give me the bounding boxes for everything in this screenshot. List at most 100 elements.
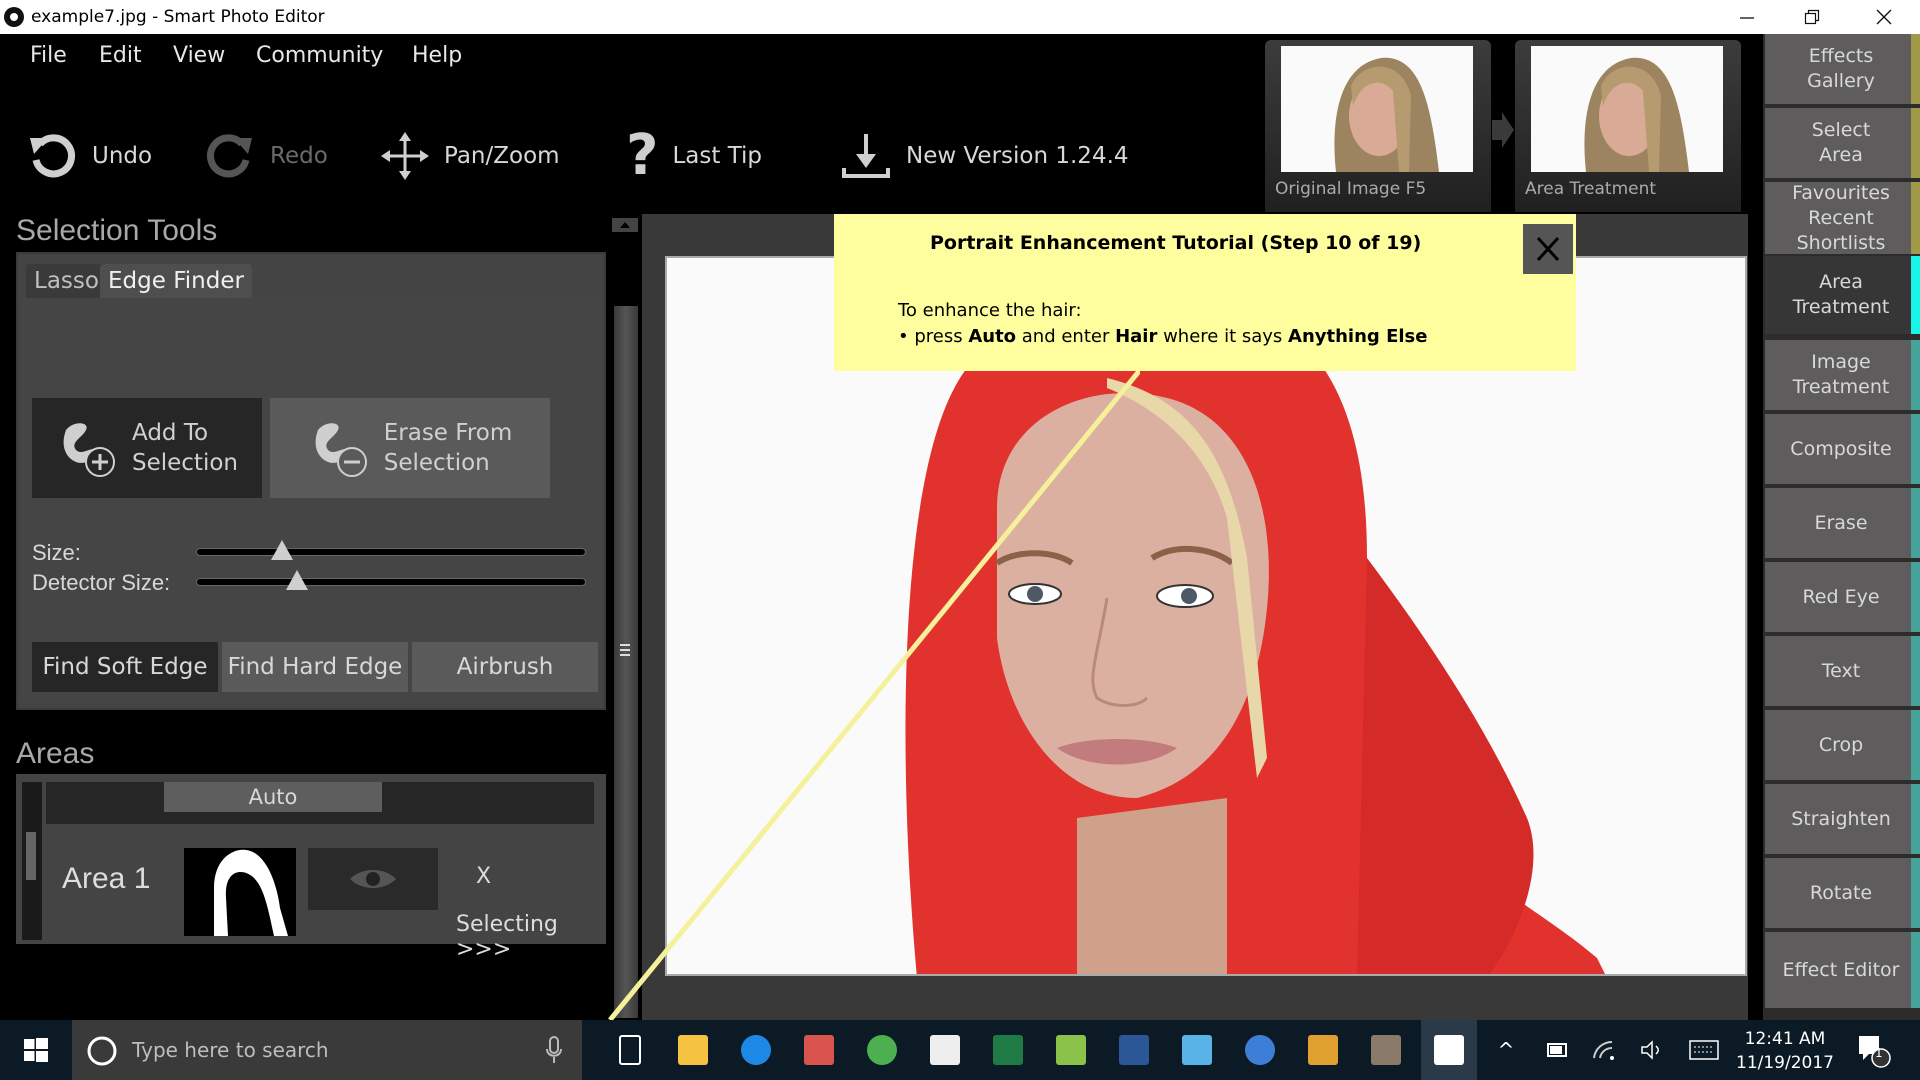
undo-button[interactable]: Undo [26,128,152,184]
detector-size-label: Detector Size: [32,570,171,595]
nav-label-line: Composite [1790,437,1892,460]
find-hard-edge-button[interactable]: Find Hard Edge [222,642,408,692]
arrow-right-icon [1492,112,1514,148]
remove-area-button[interactable]: X [476,864,491,889]
tab-lasso[interactable]: Lasso [26,264,107,298]
auto-row: Auto [46,782,594,824]
brush-add-icon [63,423,115,477]
tab-edge-finder[interactable]: Edge Finder [100,264,252,298]
nav-effects-gallery[interactable]: Effects Gallery [1765,34,1917,104]
nav-image-treatment[interactable]: Image Treatment [1765,340,1917,410]
nav-label-line: Straighten [1791,807,1891,830]
redo-button[interactable]: Redo [204,128,328,184]
nav-straighten[interactable]: Straighten [1765,784,1917,854]
nav-erase[interactable]: Erase [1765,488,1917,558]
menu-edit[interactable]: Edit [99,43,142,68]
new-version-button[interactable]: New Version 1.24.4 [840,128,1129,184]
menu-file[interactable]: File [30,43,67,68]
nav-rotate[interactable]: Rotate [1765,858,1917,928]
area-status[interactable]: Selecting >>> [456,912,606,962]
download-icon [842,134,890,178]
taskbar-app-file-explorer[interactable] [665,1020,721,1080]
area-mask-thumbnail [184,848,296,936]
thumbnail-image [1531,46,1723,172]
volume-icon[interactable] [1636,1020,1668,1080]
nav-favourites-recent-shortlists[interactable]: Favourites Recent Shortlists [1765,182,1917,254]
caret-up-icon [620,222,630,228]
task-view-icon [619,1035,641,1065]
nav-accent-strip [1911,182,1920,254]
tutorial-body: To enhance the hair: • press Auto and en… [898,298,1427,350]
erase-from-selection-button[interactable]: Erase From Selection [270,398,550,498]
taskbar-app-snipping-tool[interactable] [791,1020,847,1080]
history-thumb-area-treatment[interactable]: Area Treatment [1515,40,1741,212]
pan-zoom-label: Pan/Zoom [444,143,560,169]
undo-label: Undo [92,143,153,169]
question-mark-icon: ? [626,123,659,188]
show-hidden-icons-button[interactable]: ^ [1490,1020,1522,1080]
taskbar-search[interactable]: Type here to search [72,1020,582,1080]
start-button[interactable] [0,1020,72,1080]
size-slider-thumb[interactable] [270,540,293,560]
taskbar-app-task-view[interactable] [602,1020,658,1080]
taskbar-app-paint[interactable] [1169,1020,1225,1080]
taskbar-app-photo-viewer[interactable] [1043,1020,1099,1080]
action-center-button[interactable]: 1 [1848,1020,1898,1080]
taskbar-app-excel[interactable] [980,1020,1036,1080]
tutorial-close-button[interactable] [1523,224,1573,274]
nav-area-treatment[interactable]: Area Treatment [1765,256,1917,334]
nav-accent-strip [1911,636,1920,706]
find-soft-edge-button[interactable]: Find Soft Edge [32,642,218,692]
nav-effect-editor[interactable]: Effect Editor [1765,932,1917,1008]
nav-label-line: Treatment [1792,376,1890,398]
keyboard-icon[interactable] [1686,1020,1722,1080]
nav-red-eye[interactable]: Red Eye [1765,562,1917,632]
selection-tools-panel: Lasso Edge Finder Add To Selection Erase… [16,252,606,710]
add-to-selection-button[interactable]: Add To Selection [32,398,262,498]
taskbar-app-camera-app[interactable] [1295,1020,1351,1080]
size-slider[interactable] [196,548,586,556]
taskbar-app-word[interactable] [1106,1020,1162,1080]
area-item[interactable]: Area 1 X Selecting >>> [46,836,606,962]
battery-icon[interactable] [1540,1020,1572,1080]
areas-scroll-thumb[interactable] [26,832,36,880]
close-window-button[interactable] [1855,0,1913,34]
taskbar-app-media-player[interactable] [1232,1020,1288,1080]
nav-composite[interactable]: Composite [1765,414,1917,484]
nav-text[interactable]: Text [1765,636,1917,706]
wifi-icon[interactable] [1588,1020,1620,1080]
last-tip-button[interactable]: ? Last Tip [626,128,762,184]
undo-icon [30,134,75,178]
last-tip-label: Last Tip [672,143,763,169]
nav-select-area[interactable]: Select Area [1765,108,1917,178]
taskbar-app-edge[interactable] [728,1020,784,1080]
menu-help[interactable]: Help [412,43,462,68]
restore-button[interactable] [1783,0,1841,34]
airbrush-button[interactable]: Airbrush [412,642,598,692]
nav-label-line: Gallery [1807,70,1875,92]
clock[interactable]: 12:41 AM 11/19/2017 [1730,1027,1840,1075]
nav-accent-strip [1911,340,1920,410]
nav-label-line: Crop [1818,733,1864,756]
file-explorer-icon [678,1035,708,1065]
areas-scrollbar[interactable] [22,782,42,940]
taskbar-app-chrome[interactable] [854,1020,910,1080]
nav-crop[interactable]: Crop [1765,710,1917,780]
taskbar-app-gimp[interactable] [1358,1020,1414,1080]
pan-zoom-button[interactable]: Pan/Zoom [380,128,560,184]
auto-button[interactable]: Auto [164,782,382,812]
history-thumb-original[interactable]: Original Image F5 [1265,40,1491,212]
menu-community[interactable]: Community [256,43,383,68]
detector-size-slider-thumb[interactable] [286,570,309,590]
nav-label-line: Erase [1814,511,1868,534]
areas-heading: Areas [16,737,95,770]
menu-view[interactable]: View [173,43,225,68]
camera-app-icon [1308,1035,1338,1065]
minimize-button[interactable] [1718,0,1776,34]
visibility-toggle[interactable] [308,848,438,910]
detector-size-slider[interactable] [196,578,586,586]
taskbar-app-smart-photo-editor[interactable] [1421,1020,1477,1080]
taskbar-app-calculator[interactable] [917,1020,973,1080]
scroll-up-button[interactable] [612,218,638,232]
calculator-icon [930,1035,960,1065]
